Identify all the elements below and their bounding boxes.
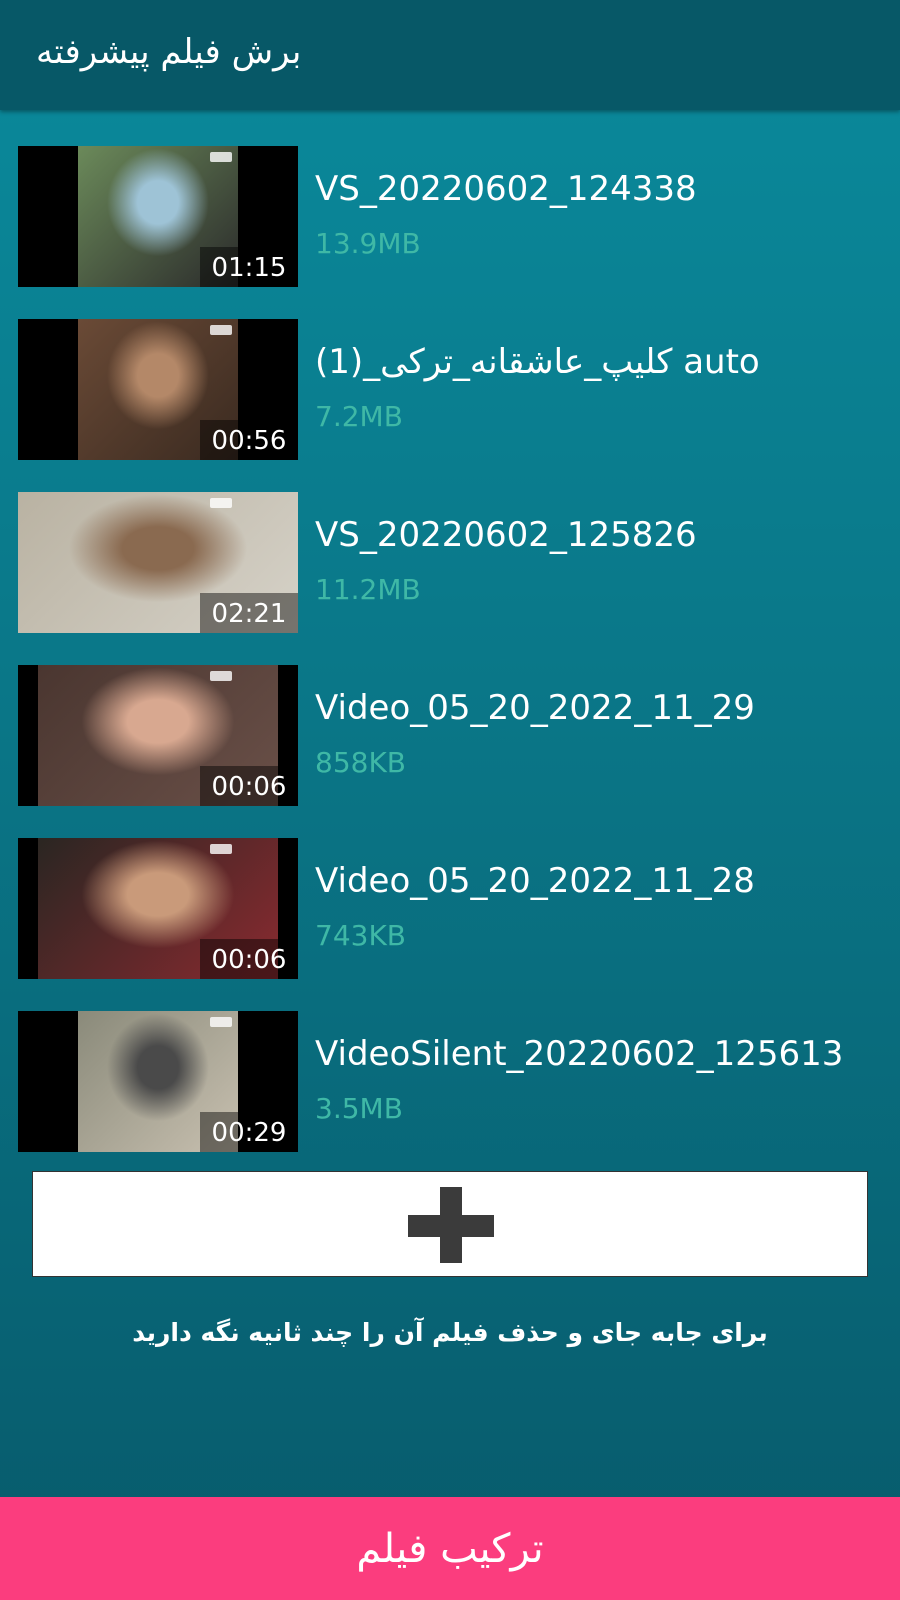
merge-video-button[interactable]: ترکیب فیلم: [0, 1497, 900, 1600]
video-list-item[interactable]: 02:21 VS_20220602_125826 11.2MB: [0, 489, 900, 662]
video-duration: 00:56: [200, 420, 298, 460]
video-list-item[interactable]: 00:56 کلیپ_عاشقانه_ترکی_(1) auto 7.2MB: [0, 316, 900, 489]
video-list: 01:15 VS_20220602_124338 13.9MB 00:56 کلیپ_ع…: [0, 143, 900, 1181]
video-list-item[interactable]: 00:06 Video_05_20_2022_11_28 743KB: [0, 835, 900, 1008]
video-duration: 00:06: [200, 939, 298, 979]
video-filename: VS_20220602_125826: [315, 515, 697, 555]
video-thumbnail[interactable]: 00:56: [18, 319, 298, 460]
video-thumbnail[interactable]: 01:15: [18, 146, 298, 287]
video-filesize: 3.5MB: [315, 1092, 403, 1125]
video-filesize: 743KB: [315, 919, 407, 952]
video-duration: 01:15: [200, 247, 298, 287]
video-filesize: 7.2MB: [315, 400, 403, 433]
watermark-icon: [210, 671, 232, 681]
plus-icon: [408, 1187, 494, 1263]
video-filename: VideoSilent_20220602_125613: [315, 1034, 844, 1074]
video-list-item[interactable]: 00:06 Video_05_20_2022_11_29 858KB: [0, 662, 900, 835]
video-filename: Video_05_20_2022_11_29: [315, 688, 755, 728]
watermark-icon: [210, 1017, 232, 1027]
video-duration: 02:21: [200, 593, 298, 633]
watermark-icon: [210, 498, 232, 508]
video-thumbnail[interactable]: 00:29: [18, 1011, 298, 1152]
watermark-icon: [210, 152, 232, 162]
app-header: برش فیلم پیشرفته: [0, 0, 900, 110]
video-filesize: 11.2MB: [315, 573, 421, 606]
video-list-item[interactable]: 00:29 VideoSilent_20220602_125613 3.5MB: [0, 1008, 900, 1181]
video-duration: 00:29: [200, 1112, 298, 1152]
watermark-icon: [210, 325, 232, 335]
page-title: برش فیلم پیشرفته: [36, 32, 302, 72]
video-thumbnail[interactable]: 00:06: [18, 838, 298, 979]
video-filename: Video_05_20_2022_11_28: [315, 861, 755, 901]
watermark-icon: [210, 844, 232, 854]
video-thumbnail[interactable]: 02:21: [18, 492, 298, 633]
video-filesize: 858KB: [315, 746, 407, 779]
add-video-button[interactable]: [32, 1171, 868, 1277]
video-thumbnail[interactable]: 00:06: [18, 665, 298, 806]
video-list-item[interactable]: 01:15 VS_20220602_124338 13.9MB: [0, 143, 900, 316]
video-filesize: 13.9MB: [315, 227, 421, 260]
reorder-hint: برای جابه جای و حذف فیلم آن را چند ثانیه…: [132, 1318, 768, 1347]
video-duration: 00:06: [200, 766, 298, 806]
video-filename: VS_20220602_124338: [315, 169, 697, 209]
video-filename: کلیپ_عاشقانه_ترکی_(1) auto: [315, 342, 760, 382]
